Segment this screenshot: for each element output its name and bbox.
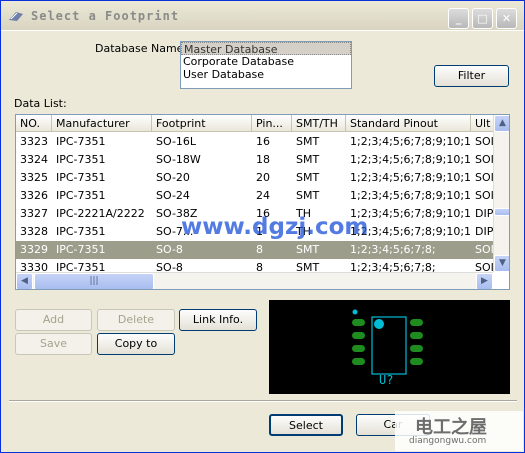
table-cell: 1;2;3;4;5;6;7;8;9;10;11 — [350, 135, 471, 148]
scroll-left-icon[interactable]: ◀ — [16, 273, 33, 289]
table-cell: 1;2;3;4;5;6;7;8;9;10;11 — [350, 171, 471, 184]
table-row[interactable]: 3326 IPC-7351 SO-24 24 SMT 1;2;3;4;5;6;7;8;9;… — [16, 187, 494, 205]
table-cell: SOI — [475, 135, 494, 148]
link-info-button[interactable]: Link Info. — [179, 309, 257, 331]
copy-to-button[interactable]: Copy to — [97, 333, 175, 355]
table-cell: SMT — [296, 171, 320, 184]
window-title: Select a Footprint — [31, 9, 180, 23]
table-cell: 20 — [256, 171, 270, 184]
pad-5 — [410, 358, 423, 365]
add-button[interactable]: Add — [15, 309, 92, 331]
delete-button[interactable]: Delete — [97, 309, 175, 331]
origin-marker — [352, 309, 358, 315]
table-cell: SOI — [475, 171, 494, 184]
pin1-marker — [374, 319, 384, 329]
data-list-label: Data List: — [14, 97, 67, 110]
table-row[interactable]: 3325 IPC-7351 SO-20 20 SMT 1;2;3;4;5;6;7;8;9;… — [16, 169, 494, 187]
table-cell: SOI — [475, 153, 494, 166]
table-cell: 3327 — [20, 207, 48, 220]
table-cell: SOI — [475, 189, 494, 202]
table-row[interactable]: 3323 IPC-7351 SO-16L 16 SMT 1;2;3;4;5;6;7;8;9… — [16, 133, 494, 151]
filter-button[interactable]: Filter — [434, 65, 509, 87]
table-cell: SO-20 — [156, 171, 190, 184]
table-row[interactable]: 3329 IPC-7351 SO-8 8 SMT 1;2;3;4;5;6;7;8; SOI — [16, 241, 494, 259]
table-cell: 16 — [256, 135, 270, 148]
scroll-right-icon[interactable]: ▶ — [476, 273, 493, 289]
database-listbox[interactable]: Master Database Corporate Database User … — [180, 41, 352, 89]
database-option-user[interactable]: User Database — [181, 68, 351, 81]
pad-4 — [352, 358, 365, 365]
table-cell: IPC-7351 — [56, 225, 106, 238]
table-cell: SMT — [296, 135, 320, 148]
select-button[interactable]: Select — [269, 414, 343, 436]
table-cell: 3324 — [20, 153, 48, 166]
table-cell: 3329 — [20, 243, 48, 256]
title-bar: Select a Footprint _ □ ✕ — [1, 1, 524, 31]
table-cell: 3326 — [20, 189, 48, 202]
table-cell: 3325 — [20, 171, 48, 184]
table-cell: SO-16L — [156, 135, 197, 148]
table-cell: 3328 — [20, 225, 48, 238]
table-cell: IPC-7351 — [56, 171, 106, 184]
column-header-ult[interactable]: Ult — [471, 115, 494, 132]
column-header-manufacturer[interactable]: Manufacturer — [52, 115, 152, 132]
table-cell: IPC-7351 — [56, 189, 106, 202]
watermark-logo: 电工之屋 diangongwu.com — [395, 411, 523, 451]
scroll-up-icon[interactable]: ▲ — [494, 115, 509, 132]
table-cell: 1;2;3;4;5;6;7;8;9;10;11 — [350, 189, 471, 202]
pad-1 — [352, 319, 365, 326]
footprint-table[interactable]: NO. Manufacturer Footprint Pin... SMT/TH… — [15, 114, 510, 290]
minimize-button[interactable]: _ — [448, 8, 469, 29]
table-cell: 1;2;3;4;5;6;7;8;9;10;11 — [350, 153, 471, 166]
table-cell: 3323 — [20, 135, 48, 148]
horizontal-scrollbar[interactable]: ◀ ||| ▶ — [16, 272, 493, 289]
table-cell: IPC-7351 — [56, 153, 106, 166]
divider — [9, 400, 517, 402]
table-cell: SO-18W — [156, 153, 201, 166]
column-header-pins[interactable]: Pin... — [252, 115, 292, 132]
database-option-corporate[interactable]: Corporate Database — [181, 55, 351, 68]
horizontal-scroll-thumb[interactable]: ||| — [34, 273, 154, 289]
table-cell: IPC-7351 — [56, 135, 106, 148]
select-footprint-dialog: Select a Footprint _ □ ✕ Database Name: … — [0, 0, 525, 453]
close-button[interactable]: ✕ — [496, 8, 517, 29]
column-header-footprint[interactable]: Footprint — [152, 115, 252, 132]
table-cell: SMT — [296, 243, 320, 256]
pad-7 — [410, 332, 423, 339]
table-row[interactable]: 3324 IPC-7351 SO-18W 18 SMT 1;2;3;4;5;6;7;8;9… — [16, 151, 494, 169]
column-header-no[interactable]: NO. — [16, 115, 52, 132]
column-header-standard-pinout[interactable]: Standard Pinout — [346, 115, 471, 132]
table-cell: DIP — [475, 207, 494, 220]
scroll-down-icon[interactable]: ▼ — [494, 255, 509, 272]
database-option-master[interactable]: Master Database — [181, 42, 351, 56]
footprint-preview: U? — [269, 300, 510, 394]
table-cell: 8 — [256, 243, 263, 256]
table-cell: IPC-2221A/2222 — [56, 207, 145, 220]
column-header-smt-th[interactable]: SMT/TH — [292, 115, 346, 132]
table-cell: SO-8 — [156, 243, 183, 256]
pad-3 — [352, 345, 365, 352]
watermark-logo-url: diangongwu.com — [409, 436, 487, 446]
pad-8 — [410, 319, 423, 326]
table-cell: IPC-7351 — [56, 243, 106, 256]
table-cell: 18 — [256, 153, 270, 166]
table-cell: SMT — [296, 153, 320, 166]
table-cell: SOI — [475, 243, 494, 256]
table-cell: 24 — [256, 189, 270, 202]
scroll-thumb[interactable] — [494, 208, 509, 216]
pad-2 — [352, 332, 365, 339]
footprint-preview-drawing: U? — [352, 309, 423, 387]
vertical-scrollbar[interactable]: ▲ ▼ — [493, 115, 509, 272]
maximize-button[interactable]: □ — [472, 8, 493, 29]
watermark-url: www.dgzj.com — [181, 214, 369, 240]
table-cell: SMT — [296, 189, 320, 202]
footprint-app-icon — [9, 12, 23, 21]
pad-6 — [410, 345, 423, 352]
table-cell: SO-24 — [156, 189, 190, 202]
refdes-label: U? — [379, 373, 393, 387]
database-name-label: Database Name: — [95, 42, 188, 55]
table-cell: 1;2;3;4;5;6;7;8; — [350, 243, 436, 256]
save-button[interactable]: Save — [15, 333, 92, 355]
table-cell: DIP — [475, 225, 494, 238]
